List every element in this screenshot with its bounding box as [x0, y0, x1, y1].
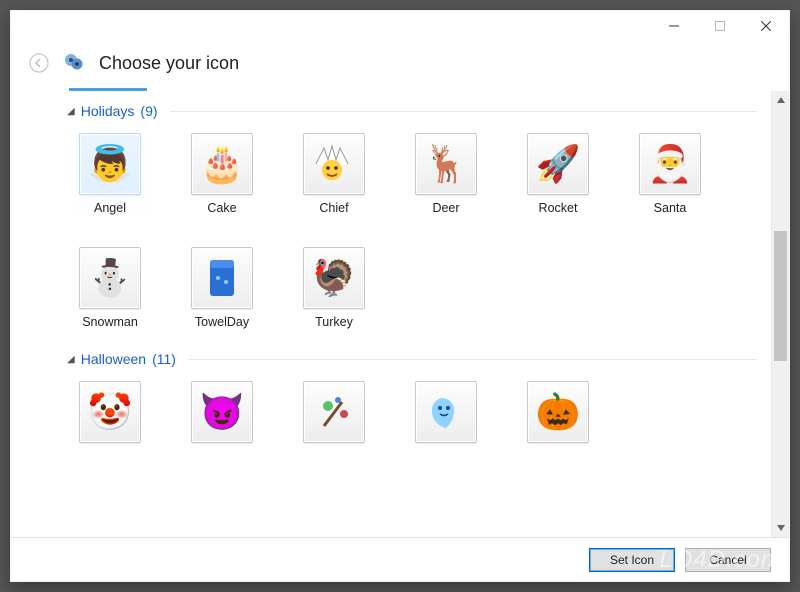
thumb: 🎅 — [639, 133, 701, 195]
icon-grid: 🤡 😈 — [67, 375, 771, 453]
towel-icon — [202, 256, 242, 300]
thumb: 😈 — [191, 381, 253, 443]
icon-item[interactable] — [409, 381, 483, 449]
pumpkin-icon: 🎃 — [536, 394, 581, 430]
icon-label: Deer — [409, 201, 483, 215]
category-count: (9) — [140, 103, 157, 119]
chief-icon — [312, 142, 356, 186]
scroll-thumb[interactable] — [774, 231, 787, 361]
icon-item-angel[interactable]: 👼 Angel — [73, 133, 147, 215]
category-header[interactable]: ◢ Halloween (11) — [67, 351, 771, 367]
category-halloween: ◢ Halloween (11) 🤡 😈 — [67, 351, 771, 453]
icon-item[interactable]: 😈 — [185, 381, 259, 449]
category-header[interactable]: ◢ Holidays (9) — [67, 103, 771, 119]
icon-label: Santa — [633, 201, 707, 215]
maximize-button — [697, 11, 743, 41]
cancel-button[interactable]: Cancel — [685, 548, 771, 572]
icon-label: Snowman — [73, 315, 147, 329]
scrollbar[interactable] — [771, 91, 789, 537]
icon-item[interactable]: 🎃 — [521, 381, 595, 449]
category-rule — [188, 359, 757, 360]
scroll-down-icon[interactable] — [772, 519, 789, 537]
snowman-icon: ⛄ — [88, 260, 133, 296]
thumb: 🤡 — [79, 381, 141, 443]
icon-label: Rocket — [521, 201, 595, 215]
category-count: (11) — [152, 351, 176, 367]
devil-icon: 😈 — [200, 394, 245, 430]
thumb: 🦃 — [303, 247, 365, 309]
icon-list: ◢ Holidays (9) 👼 Angel 🎂 Cake — [11, 91, 771, 537]
icon-item-chief[interactable]: Chief — [297, 133, 371, 215]
window: Choose your icon ◢ Holidays (9) 👼 Angel — [10, 10, 790, 582]
thumb — [191, 247, 253, 309]
thumb — [303, 133, 365, 195]
expand-icon: ◢ — [67, 106, 75, 117]
thumb: 🚀 — [527, 133, 589, 195]
footer: Set Icon Cancel — [11, 537, 789, 581]
minimize-button[interactable] — [651, 11, 697, 41]
icon-item-cake[interactable]: 🎂 Cake — [185, 133, 259, 215]
content-area: ◢ Holidays (9) 👼 Angel 🎂 Cake — [11, 91, 789, 537]
thumb: ⛄ — [79, 247, 141, 309]
icon-item[interactable]: 🤡 — [73, 381, 147, 449]
back-icon[interactable] — [29, 53, 49, 76]
turkey-icon: 🦃 — [312, 260, 357, 296]
scroll-up-icon[interactable] — [772, 91, 789, 109]
thumb: 🦌 — [415, 133, 477, 195]
category-name: Holidays — [81, 103, 135, 119]
icon-label: Chief — [297, 201, 371, 215]
cake-icon: 🎂 — [200, 146, 245, 182]
titlebar — [11, 11, 789, 41]
deer-icon: 🦌 — [424, 146, 469, 182]
header: Choose your icon — [11, 41, 789, 84]
santa-icon: 🎅 — [648, 146, 693, 182]
app-icon — [63, 51, 85, 76]
angel-icon: 👼 — [88, 146, 133, 182]
thumb — [303, 381, 365, 443]
icon-grid: 👼 Angel 🎂 Cake — [67, 127, 771, 333]
icon-item-santa[interactable]: 🎅 Santa — [633, 133, 707, 215]
category-rule — [170, 111, 757, 112]
expand-icon: ◢ — [67, 354, 75, 365]
thumb: 👼 — [79, 133, 141, 195]
icon-label: Cake — [185, 201, 259, 215]
thumb: 🎂 — [191, 133, 253, 195]
ghost-icon — [424, 392, 468, 432]
wand-icon — [314, 392, 354, 432]
icon-label: TowelDay — [185, 315, 259, 329]
icon-item-snowman[interactable]: ⛄ Snowman — [73, 247, 147, 329]
jester-icon: 🤡 — [88, 394, 133, 430]
icon-item-rocket[interactable]: 🚀 Rocket — [521, 133, 595, 215]
thumb: 🎃 — [527, 381, 589, 443]
icon-label: Turkey — [297, 315, 371, 329]
close-button[interactable] — [743, 11, 789, 41]
icon-item-towelday[interactable]: TowelDay — [185, 247, 259, 329]
set-icon-button[interactable]: Set Icon — [589, 548, 675, 572]
icon-item-turkey[interactable]: 🦃 Turkey — [297, 247, 371, 329]
thumb — [415, 381, 477, 443]
category-name: Halloween — [81, 351, 146, 367]
page-title: Choose your icon — [99, 53, 239, 74]
category-holidays: ◢ Holidays (9) 👼 Angel 🎂 Cake — [67, 103, 771, 333]
icon-item-deer[interactable]: 🦌 Deer — [409, 133, 483, 215]
rocket-icon: 🚀 — [536, 146, 581, 182]
icon-label: Angel — [73, 201, 147, 215]
icon-item[interactable] — [297, 381, 371, 449]
